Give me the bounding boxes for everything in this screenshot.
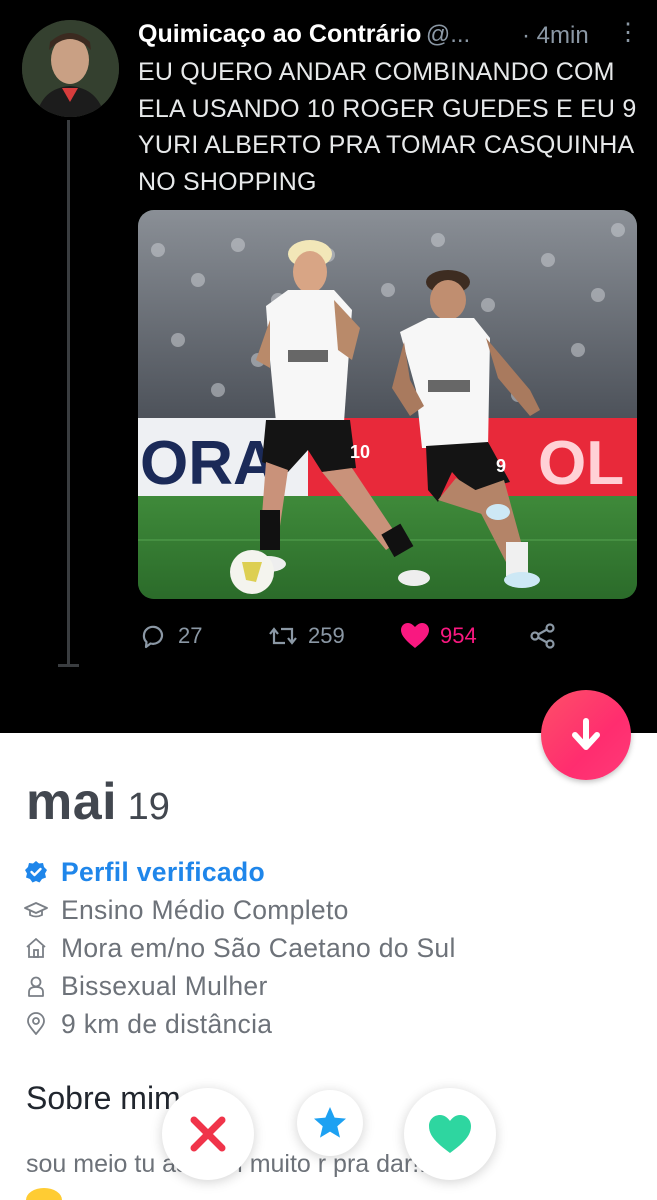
share-button[interactable]: [528, 618, 558, 654]
like-button[interactable]: 954: [400, 618, 477, 654]
distance-text: 9 km de distância: [61, 1008, 273, 1039]
speech-bubble-icon: [142, 625, 164, 649]
retweet-count: 259: [308, 623, 345, 648]
super-like-button[interactable]: [297, 1090, 363, 1156]
like-count: 954: [440, 623, 477, 648]
star-icon: [314, 1107, 346, 1138]
orientation-text: Bissexual Mulher: [61, 970, 268, 1001]
scroll-down-button[interactable]: [541, 690, 631, 780]
heart-icon: [401, 623, 429, 648]
x-icon: [190, 1116, 226, 1152]
house-icon: [26, 938, 46, 958]
about-me-heading: Sobre mim: [26, 1080, 181, 1116]
profile-age: 19: [127, 786, 170, 828]
tweet-text: EU QUERO ANDAR COMBINANDO COM ELA USANDO…: [138, 58, 637, 196]
location-pin-icon: [27, 1012, 45, 1035]
education-text: Ensino Médio Completo: [61, 894, 349, 925]
reply-button[interactable]: 27: [138, 618, 202, 654]
author-avatar: [22, 20, 119, 117]
retweet-icon: [269, 627, 297, 645]
lives-in-text: Mora em/no São Caetano do Sul: [61, 932, 456, 963]
banner-text-left: ORA: [140, 429, 278, 498]
author-name[interactable]: Quimicaço ao Contrário: [138, 20, 421, 48]
arrow-down-icon: [572, 718, 600, 750]
reply-count: 27: [178, 623, 203, 648]
emoji-icon: [26, 1188, 62, 1200]
profile-name: mai: [26, 773, 118, 831]
tweet-time: · 4min: [522, 22, 589, 49]
nope-button[interactable]: [162, 1088, 254, 1180]
person-icon: [28, 976, 44, 997]
tweet-photo[interactable]: ORA OL 10 9: [138, 210, 637, 599]
orientation-row: Bissexual Mulher: [24, 969, 624, 1003]
more-options-icon[interactable]: ⋮: [616, 20, 640, 46]
tweet-screenshot: Quimicaço ao Contrário @... · 4min ⋮ EU …: [0, 0, 657, 733]
thread-line-end: [58, 664, 79, 667]
verified-badge-icon: [25, 861, 47, 883]
author-handle[interactable]: @...: [426, 21, 470, 48]
thread-line: [67, 120, 70, 665]
verified-label: Perfil verificado: [61, 856, 265, 887]
lives-in-row: Mora em/no São Caetano do Sul: [24, 931, 624, 965]
like-profile-button[interactable]: [404, 1088, 496, 1180]
share-icon: [530, 623, 555, 649]
tweet-header: Quimicaço ao Contrário @... · 4min ⋮: [138, 20, 640, 50]
verified-row: Perfil verificado: [24, 855, 624, 889]
education-row: Ensino Médio Completo: [24, 893, 624, 927]
soccer-players-image: ORA OL 10 9: [138, 210, 637, 599]
tweet-actions: 27 259 954: [138, 618, 638, 654]
banner-text-right: OL: [538, 429, 624, 498]
distance-row: 9 km de distância: [24, 1007, 624, 1041]
player-9-number: 9: [496, 456, 506, 476]
heart-icon: [429, 1115, 471, 1153]
retweet-button[interactable]: 259: [268, 618, 345, 654]
profile-name-row: mai 19: [26, 772, 170, 836]
graduation-cap-icon: [24, 902, 48, 918]
player-10-number: 10: [350, 442, 370, 462]
